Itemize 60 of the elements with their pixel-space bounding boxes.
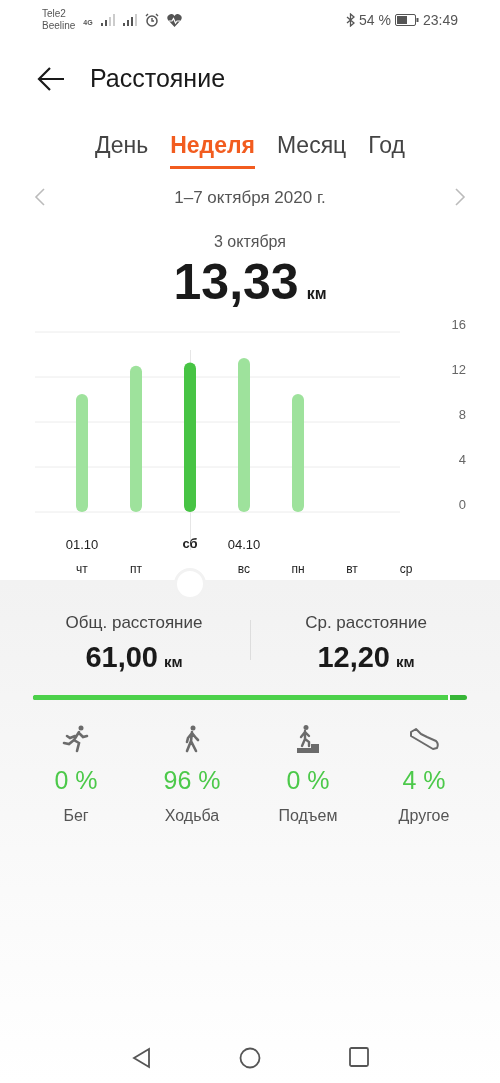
bar[interactable] xyxy=(130,365,142,512)
date-label: 04.10 xyxy=(227,535,261,554)
page-title: Расстояние xyxy=(90,63,226,95)
battery-icon xyxy=(394,14,419,26)
heart-pulse-icon xyxy=(166,13,182,27)
day-label[interactable]: вт xyxy=(346,560,358,578)
axis-tick-label: 8 xyxy=(458,407,466,422)
activity-percent: 4 % xyxy=(402,765,446,796)
signal-icon xyxy=(100,14,115,26)
bar[interactable] xyxy=(238,357,250,512)
day-label[interactable]: сб xyxy=(182,534,198,554)
clock-time: 23:49 xyxy=(422,10,458,30)
axis-tick-label: 12 xyxy=(451,362,466,377)
date-range: 1–7 октября 2020 г. xyxy=(174,186,326,209)
bar[interactable] xyxy=(184,362,196,512)
period-tab[interactable]: Месяц xyxy=(276,128,347,169)
activity-percent: 0 % xyxy=(286,765,330,796)
alarm-clock-icon xyxy=(144,13,159,27)
bar[interactable] xyxy=(292,393,304,512)
chevron-left-icon xyxy=(34,187,46,208)
selected-value: 13,33 xyxy=(173,254,299,310)
runner-icon xyxy=(61,724,91,754)
carrier-name: Tele2 xyxy=(42,8,67,20)
axis-tick-label: 4 xyxy=(458,452,466,467)
unit-label: км xyxy=(396,651,415,672)
period-tab[interactable]: Год xyxy=(368,128,405,169)
next-button[interactable] xyxy=(454,187,466,208)
activity-label: Бег xyxy=(63,805,89,826)
back-nav-icon[interactable] xyxy=(131,1047,151,1069)
axis-tick-label: 16 xyxy=(451,317,466,332)
signal-icon xyxy=(122,14,137,26)
day-label[interactable]: чт xyxy=(76,560,88,578)
unit-label: км xyxy=(164,651,183,672)
recents-nav-icon[interactable] xyxy=(349,1047,369,1067)
home-nav-icon[interactable] xyxy=(239,1047,261,1069)
summary-label: Общ. расстояние xyxy=(65,612,203,634)
summary-value: 12,20 xyxy=(317,639,390,675)
summary-label: Ср. расстояние xyxy=(305,612,427,634)
activity-label: Подъем xyxy=(278,805,338,826)
day-label[interactable]: пн xyxy=(291,560,305,578)
activity-percent: 0 % xyxy=(54,765,98,796)
activity-label: Другое xyxy=(398,805,450,826)
bar[interactable] xyxy=(76,393,88,512)
previous-button[interactable] xyxy=(34,187,46,208)
day-label[interactable]: пт xyxy=(130,560,142,578)
chevron-right-icon xyxy=(454,187,466,208)
summary-value: 61,00 xyxy=(85,639,158,675)
day-label[interactable]: ср xyxy=(399,560,413,578)
battery-percent: 54 % xyxy=(359,10,391,30)
selected-date: 3 октября xyxy=(214,232,286,252)
carrier-name: Beeline xyxy=(42,20,76,32)
activity-percent: 96 % xyxy=(163,765,221,796)
unit-label: км xyxy=(306,284,327,304)
axis-tick-label: 0 xyxy=(458,497,466,512)
bluetooth-icon xyxy=(346,13,356,27)
day-label[interactable]: вс xyxy=(237,560,251,578)
period-tab[interactable]: День xyxy=(95,128,149,169)
date-label: 01.10 xyxy=(65,535,99,554)
back-arrow-icon xyxy=(37,67,65,91)
activity-label: Ходьба xyxy=(164,805,220,826)
